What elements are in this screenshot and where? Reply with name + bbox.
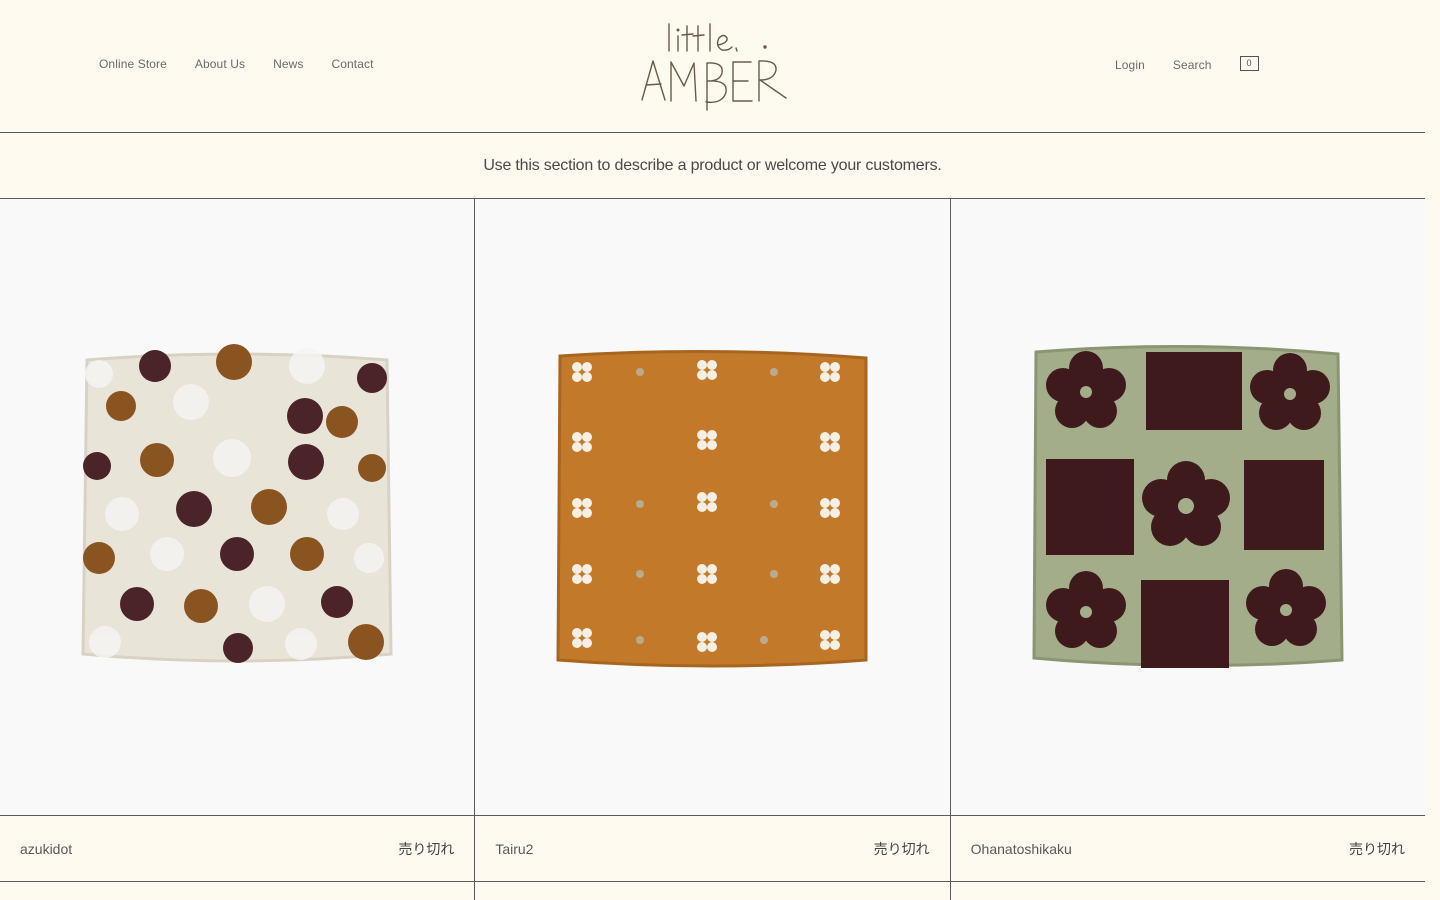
- product-title[interactable]: azukidot: [20, 841, 72, 857]
- product-title[interactable]: Tairu2: [495, 841, 533, 857]
- nav-about-us[interactable]: About Us: [195, 57, 245, 71]
- product-card[interactable]: Ohanatoshikaku 売り切れ: [950, 199, 1425, 881]
- next-product-row: [0, 882, 1425, 900]
- product-info: azukidot 売り切れ: [0, 816, 474, 881]
- product-card-partial: [475, 882, 951, 900]
- product-info: Ohanatoshikaku 売り切れ: [951, 816, 1425, 881]
- nav-contact[interactable]: Contact: [331, 57, 373, 71]
- product-title[interactable]: Ohanatoshikaku: [971, 841, 1072, 857]
- flower-tile-towel-icon: [556, 349, 868, 668]
- search-link[interactable]: Search: [1173, 58, 1212, 72]
- login-link[interactable]: Login: [1115, 58, 1145, 72]
- product-card[interactable]: azukidot 売り切れ: [0, 199, 476, 881]
- sold-out-badge: 売り切れ: [873, 840, 930, 857]
- flower-square-towel-icon: [1032, 344, 1344, 668]
- nav-news[interactable]: News: [273, 57, 303, 71]
- sold-out-badge: 売り切れ: [1348, 840, 1405, 857]
- main-nav: Online Store About Us News Contact: [99, 57, 374, 71]
- product-info: Tairu2 売り切れ: [475, 816, 949, 881]
- product-card-partial: [0, 882, 476, 900]
- sold-out-badge: 売り切れ: [398, 840, 455, 857]
- cart-icon[interactable]: 0: [1239, 56, 1259, 71]
- site-header: Online Store About Us News Contact Login…: [0, 0, 1425, 133]
- product-card-partial: [951, 882, 1425, 900]
- product-image-azukidot[interactable]: [0, 199, 475, 816]
- polka-dot-towel-icon: [81, 344, 393, 663]
- product-image-ohanatoshikaku[interactable]: [950, 199, 1425, 816]
- welcome-banner: Use this section to describe a product o…: [0, 133, 1425, 199]
- product-image-tairu2[interactable]: [475, 199, 950, 816]
- nav-online-store[interactable]: Online Store: [99, 57, 167, 71]
- brand-logo[interactable]: [636, 18, 796, 114]
- welcome-text: Use this section to describe a product o…: [483, 156, 942, 174]
- product-grid: azukidot 売り切れ Tairu2 売り切れ Ohanatoshikaku…: [0, 199, 1425, 882]
- product-card[interactable]: Tairu2 売り切れ: [475, 199, 951, 881]
- account-nav: Login Search 0: [1115, 56, 1259, 72]
- little-amber-logo-icon: [641, 23, 787, 111]
